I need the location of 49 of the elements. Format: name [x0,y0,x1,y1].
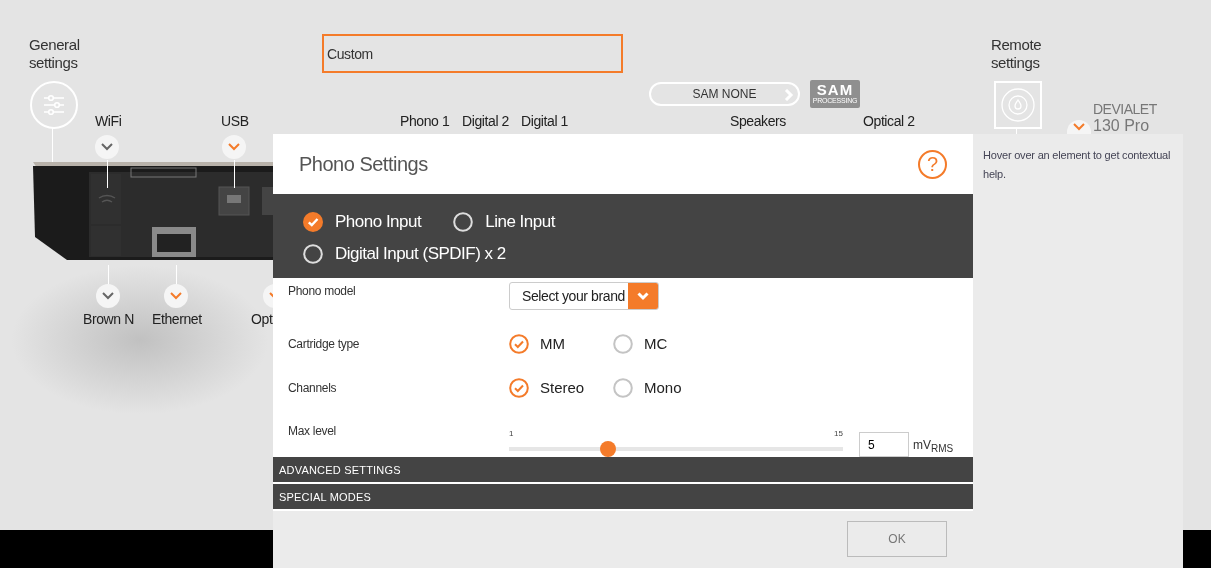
port-chevron-button[interactable] [164,284,188,308]
chevron-down-icon [637,291,649,301]
device-model: 130 Pro [1093,117,1150,134]
port-label: Opt [251,311,273,327]
brand-select[interactable]: Select your brand [509,282,659,310]
slider-min-label: 1 [509,429,514,438]
option-radio[interactable]: Mono [613,376,717,399]
port-label: Ethernet [152,311,202,327]
port-label: Digital 2 [462,113,509,129]
unit-label: mV$_{RMS}$ [913,437,954,454]
port-chevron-button[interactable] [95,135,119,159]
remote-settings-label: Remote settings [991,36,1043,72]
slider-max-label: 15 [834,429,843,438]
preset-field[interactable]: Custom [322,34,623,73]
device-chevron-button[interactable] [1067,120,1091,134]
port-chevron-button[interactable] [96,284,120,308]
field-label: Cartridge type [288,336,361,353]
remote-icon [998,85,1038,125]
slider-thumb[interactable] [599,441,616,457]
help-text: Hover over an element to get contextual help. [983,148,1172,182]
settings-button[interactable] [30,81,78,129]
option-radio[interactable]: Stereo [509,376,613,399]
sam-button[interactable]: SAM NONE [649,82,800,106]
port-label: USB [221,113,249,129]
ok-button[interactable]: OK [847,521,947,557]
field-label: Max level [288,424,337,441]
general-settings-label: General settings [29,36,81,72]
field-label: Phono model [288,284,357,300]
port-label: Speakers [730,113,786,129]
section-header[interactable]: SPECIAL MODES [273,484,973,509]
chevron-right-icon [784,89,794,101]
option-radio[interactable]: MC [613,332,717,355]
remote-button[interactable] [994,81,1042,129]
section-header[interactable]: ADVANCED SETTINGS [273,457,973,482]
device-brand: DEVIALET [1093,101,1157,117]
option-radio[interactable]: MM [509,332,613,355]
port-label: Digital 1 [521,113,568,129]
port-label: Brown N [83,311,134,327]
input-mode-radio[interactable]: Phono Input [303,212,422,232]
input-mode-radio[interactable]: Digital Input (SPDIF) x 2 [303,244,506,264]
sliders-icon [42,93,66,117]
port-label: Optical 2 [863,113,915,129]
field-label: Channels [288,380,338,397]
input-mode-radio[interactable]: Line Input [453,212,555,232]
dialog-title: Phono Settings [299,152,428,176]
port-label: Phono 1 [400,113,450,129]
port-label: WiFi [95,113,122,129]
port-chevron-button[interactable] [222,135,246,159]
level-input[interactable]: 5 [859,432,909,457]
